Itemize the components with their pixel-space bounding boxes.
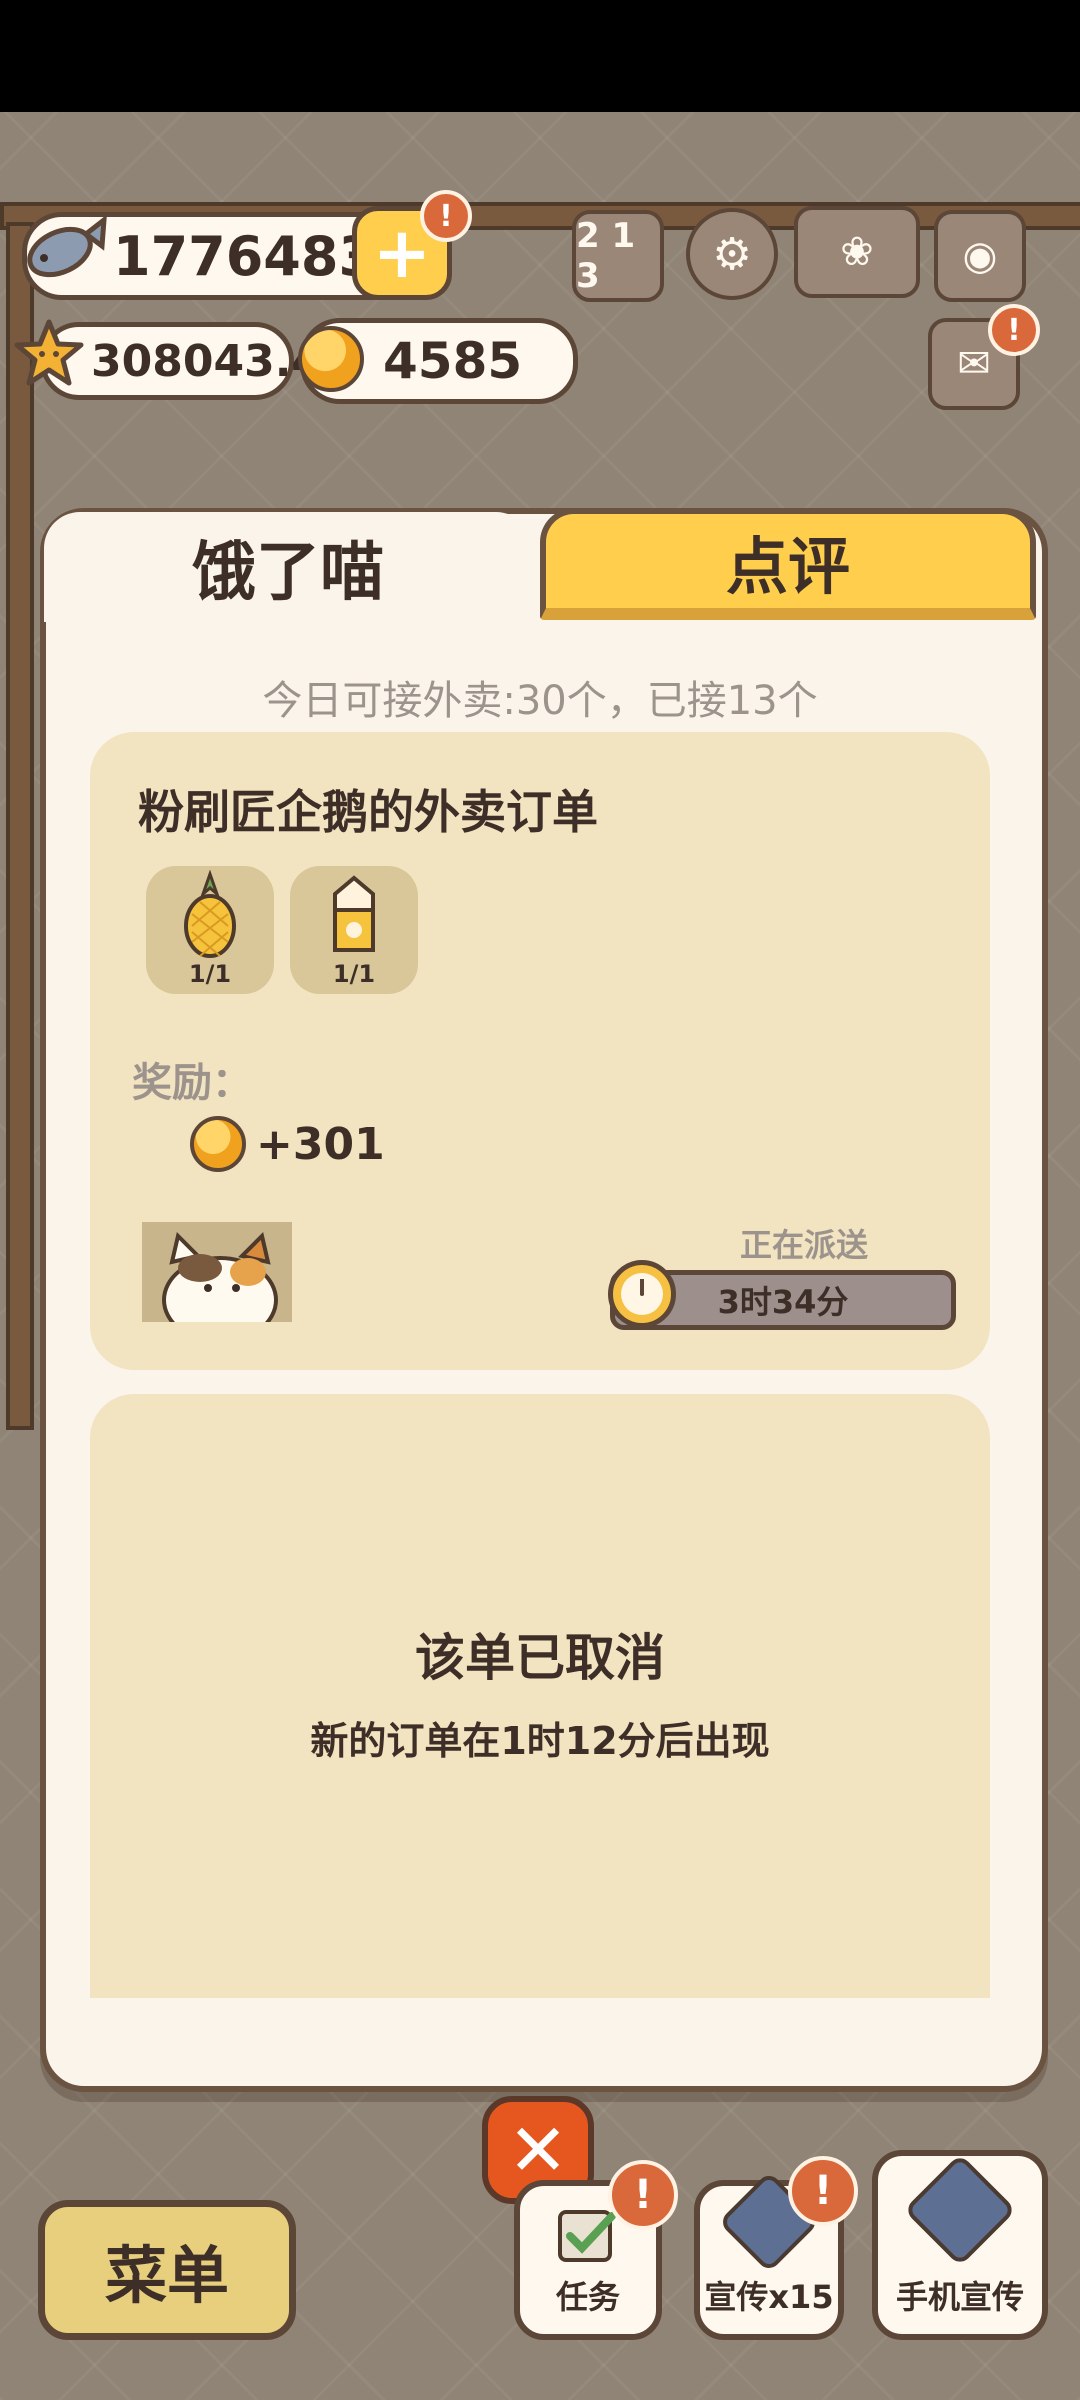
delivery-quota: 今日可接外卖:30个，已接13个 bbox=[262, 678, 818, 724]
promo-label: 宣传x15 bbox=[704, 2278, 834, 2316]
menu-label: 菜单 bbox=[104, 2239, 229, 2312]
wood-beam bbox=[6, 222, 34, 1430]
mail-icon: ✉ bbox=[957, 341, 991, 387]
status-bar bbox=[0, 0, 1080, 112]
order-title: 粉刷匠企鹅的外卖订单 bbox=[138, 785, 598, 839]
album-button[interactable]: ❀ bbox=[794, 206, 920, 298]
camera-icon: ◉ bbox=[962, 233, 998, 279]
cancelled-subtitle: 新的订单在1时12分后出现 bbox=[310, 1719, 770, 1763]
ranking-icon: 2 1 3 bbox=[576, 216, 636, 296]
mail-alert-icon: ! bbox=[988, 304, 1040, 356]
menu-button[interactable]: 菜单 bbox=[38, 2200, 296, 2340]
bell-coin-icon bbox=[298, 326, 364, 392]
milk-carton-icon bbox=[333, 875, 375, 952]
order-card: 粉刷匠企鹅的外卖订单 1/1 1/1 奖励： +301 正在派送 3时34分 bbox=[90, 732, 990, 1370]
courier-cat-avatar bbox=[142, 1222, 292, 1322]
star-value: 308043.4 bbox=[91, 335, 323, 387]
bell-value: 4585 bbox=[383, 332, 523, 390]
order-item: 1/1 bbox=[290, 866, 418, 994]
phone-promo-button[interactable]: 手机宣传 bbox=[872, 2150, 1048, 2340]
reward-value: +301 bbox=[256, 1118, 385, 1170]
pineapple-icon bbox=[184, 870, 236, 958]
tasks-label: 任务 bbox=[555, 2278, 620, 2316]
phone-promo-icon bbox=[903, 2153, 1017, 2267]
tab-delivery[interactable]: 饿了喵 bbox=[44, 512, 532, 622]
paw-book-icon: ❀ bbox=[840, 229, 874, 275]
item-quantity: 1/1 bbox=[188, 960, 232, 988]
star-icon bbox=[14, 318, 84, 388]
checklist-icon bbox=[558, 2210, 616, 2262]
reward-label: 奖励： bbox=[132, 1060, 252, 1106]
item-quantity: 1/1 bbox=[332, 960, 376, 988]
settings-button[interactable]: ⚙ bbox=[686, 208, 778, 300]
bell-coin-icon bbox=[190, 1116, 246, 1172]
cancelled-title: 该单已取消 bbox=[415, 1629, 665, 1687]
reward-row: +301 bbox=[190, 1116, 385, 1172]
fish-icon bbox=[18, 206, 108, 296]
clock-icon bbox=[608, 1260, 676, 1328]
promo-alert-icon: ! bbox=[788, 2156, 858, 2226]
tasks-alert-icon: ! bbox=[608, 2160, 678, 2230]
gear-icon: ⚙ bbox=[712, 228, 752, 280]
tab-review[interactable]: 点评 bbox=[540, 508, 1036, 620]
alert-icon: ! bbox=[420, 190, 472, 242]
camera-button[interactable]: ◉ bbox=[934, 210, 1026, 302]
phone-promo-label: 手机宣传 bbox=[895, 2278, 1024, 2316]
delivery-status: 正在派送 bbox=[740, 1226, 869, 1264]
ranking-button[interactable]: 2 1 3 bbox=[572, 210, 664, 302]
delivery-time: 3时34分 bbox=[717, 1283, 849, 1321]
order-item: 1/1 bbox=[146, 866, 274, 994]
cancelled-order-card: 该单已取消 新的订单在1时12分后出现 bbox=[90, 1394, 990, 1998]
